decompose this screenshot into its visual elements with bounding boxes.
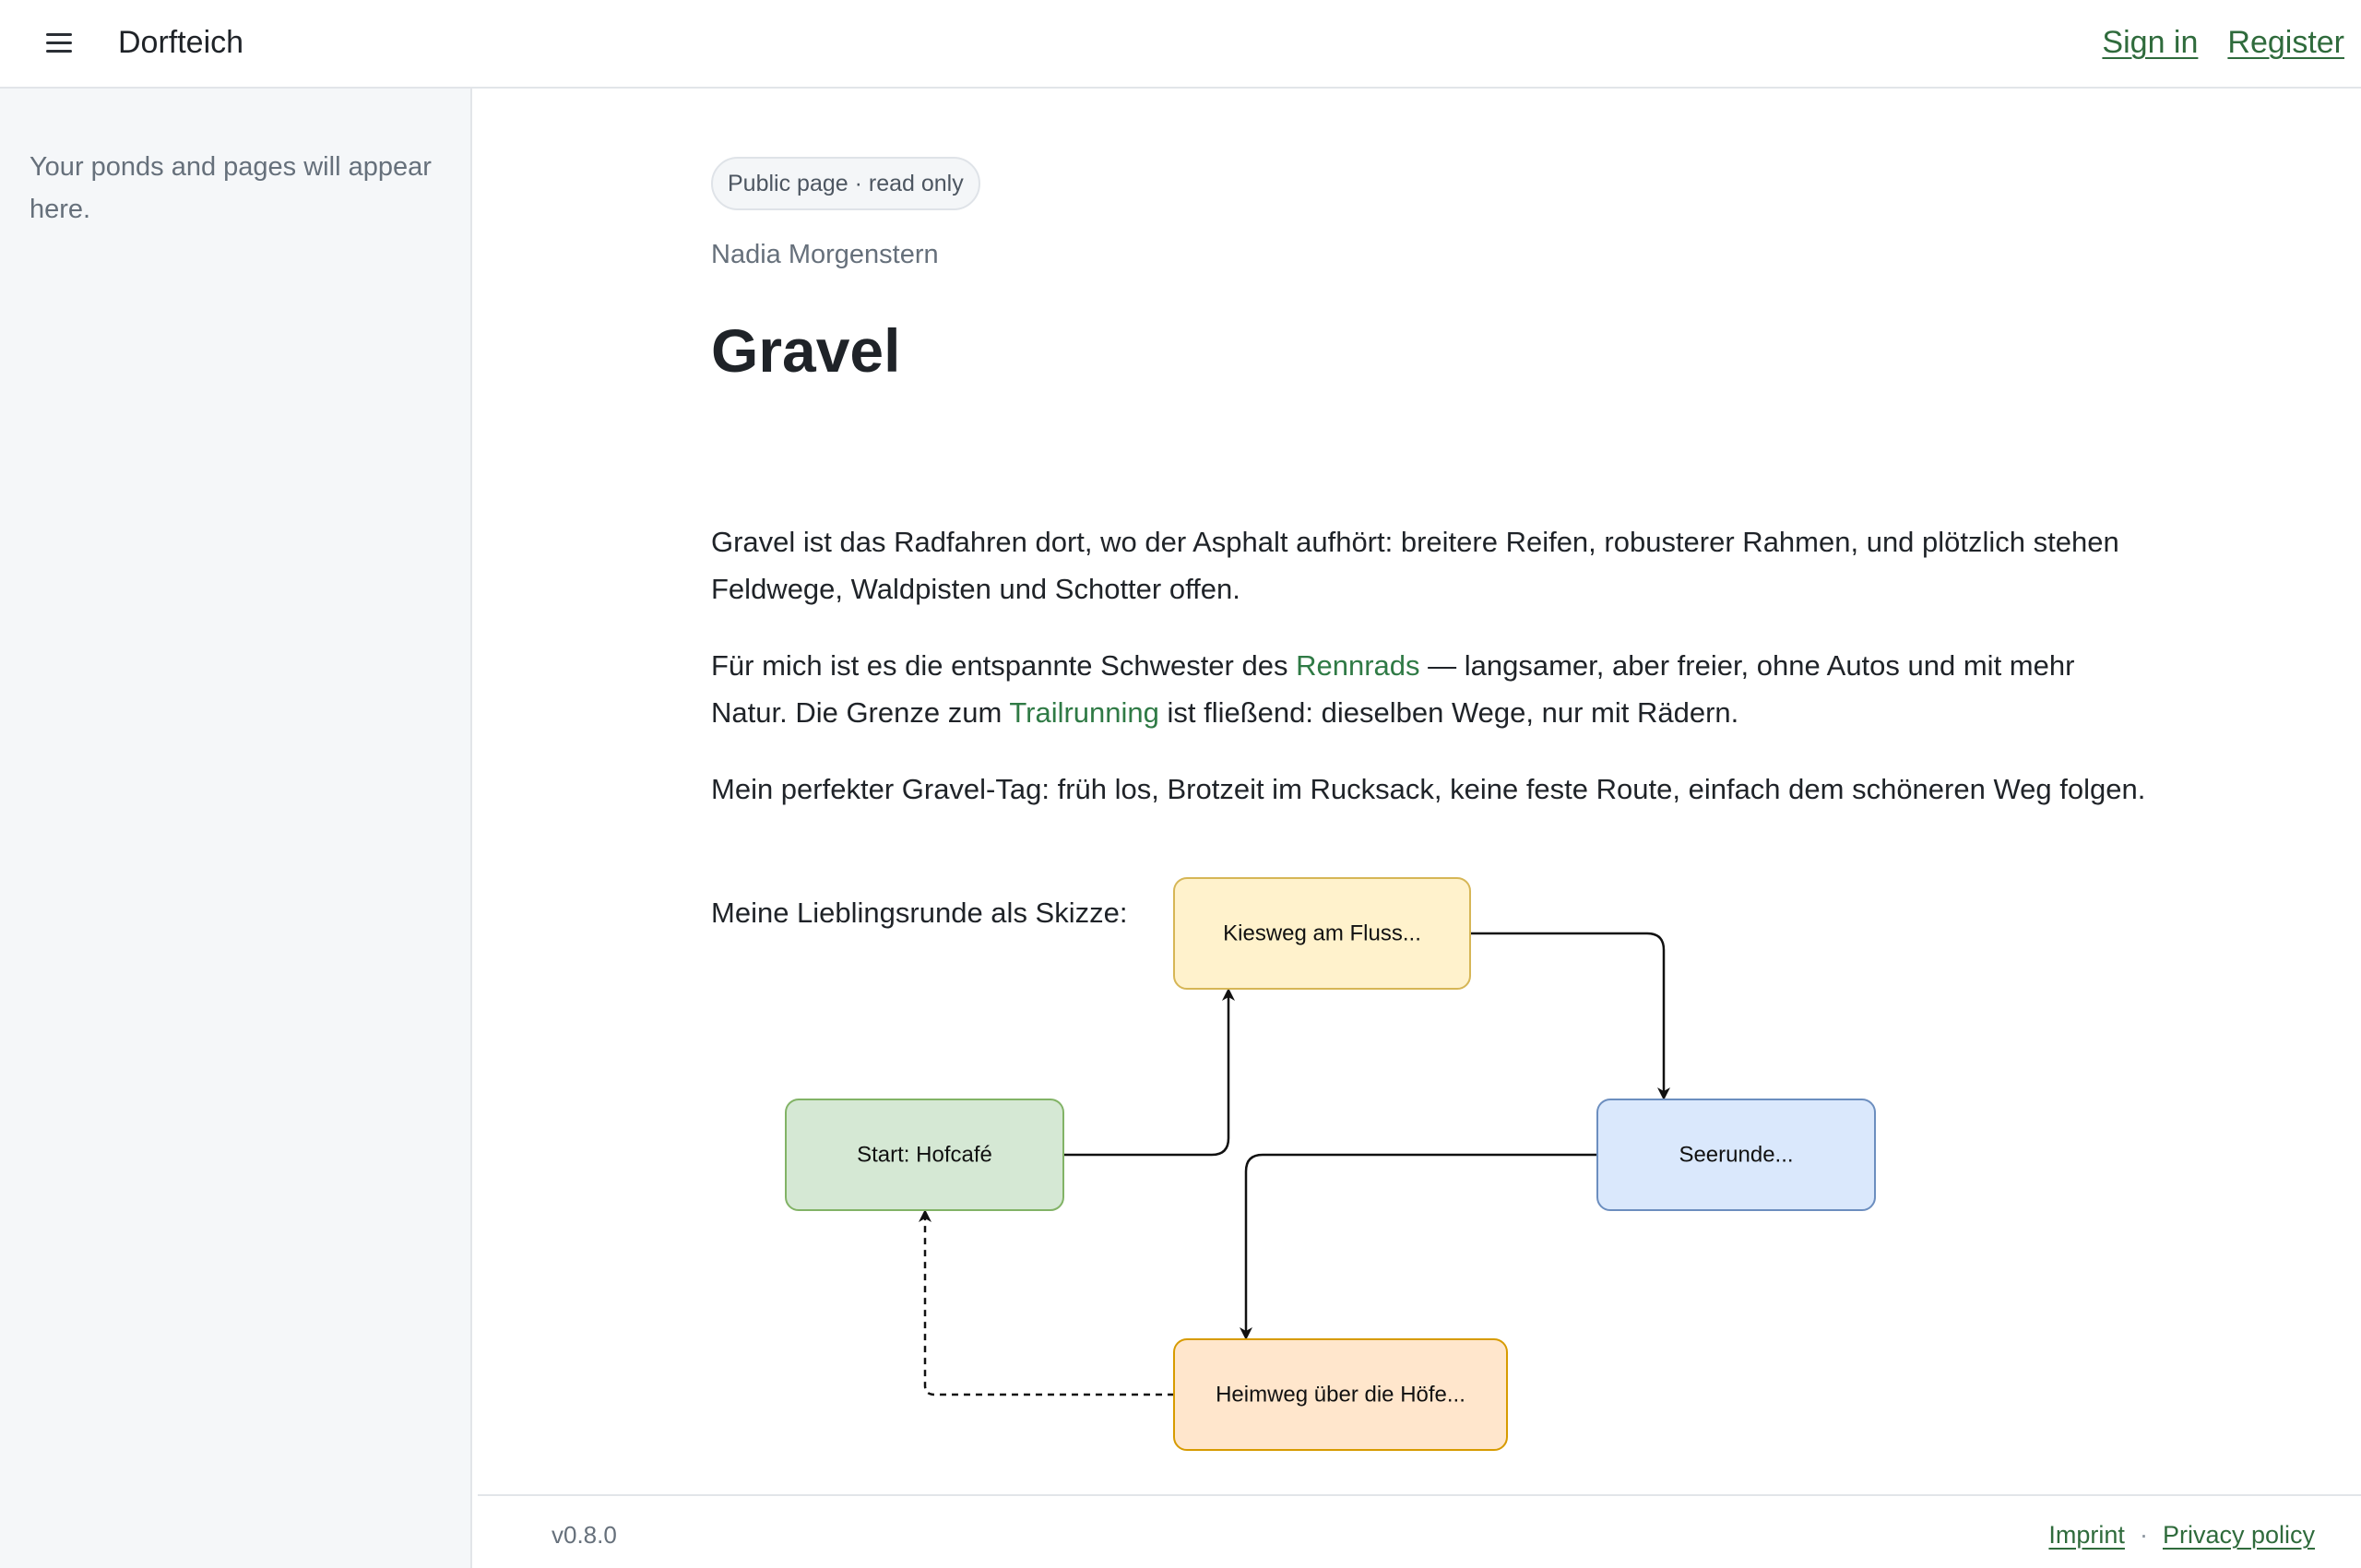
route-diagram: Start: Hofcafé Kiesweg am Fluss... Seeru… [785,877,1876,1451]
node-seerunde: Seerunde... [1596,1099,1876,1211]
sidebar-empty-state: Your ponds and pages will appear here. [30,152,432,224]
top-bar: Dorfteich Sign in Register [0,0,2361,89]
auth-links: Sign in Register [2102,22,2344,63]
app-name[interactable]: Dorfteich [118,22,243,63]
edge-start-to-kiesweg [1063,988,1235,1157]
paragraph: Für mich ist es die entspannte Schwester… [711,642,2150,736]
node-seerunde-label: Seerunde... [1679,1143,1793,1168]
node-heimweg-label: Heimweg über die Höfe... [1216,1383,1465,1408]
footer-separator: · [2139,1521,2148,1549]
node-start: Start: Hofcafé [785,1099,1064,1211]
edge-kiesweg-to-seerunde [1470,932,1670,1100]
edge-seerunde-to-heimweg [1240,1153,1597,1340]
imprint-link[interactable]: Imprint [2048,1518,2125,1551]
sidebar: Your ponds and pages will appear here. [0,89,472,1568]
node-start-label: Start: Hofcafé [857,1143,992,1168]
footer-links: Imprint · Privacy policy [2048,1518,2315,1551]
app-version: v0.8.0 [552,1521,617,1549]
sign-in-link[interactable]: Sign in [2102,22,2198,63]
paragraph: Gravel ist das Radfahren dort, wo der As… [711,526,2119,605]
hamburger-menu-icon[interactable] [41,24,77,61]
privacy-policy-link[interactable]: Privacy policy [2163,1518,2315,1551]
trailrunning-link[interactable]: Trailrunning [1009,696,1159,729]
page-title: Gravel [711,316,901,385]
menu-line [46,33,72,36]
main-content: Public page · read only Nadia Morgenster… [474,89,2361,1568]
edge-heimweg-to-start [919,1209,1174,1396]
paragraph-text: ist fließend: dieselben Wege, nur mit Rä… [1158,696,1739,729]
paragraph: Meine Lieblingsrunde als Skizze: [711,897,1128,929]
menu-line [46,42,72,44]
register-link[interactable]: Register [2227,22,2344,63]
rennrads-link[interactable]: Rennrads [1296,649,1419,682]
paragraph-text: Für mich ist es die entspannte Schwester… [711,649,1297,682]
paragraph: Mein perfekter Gravel-Tag: früh los, Bro… [711,773,2146,805]
page-author: Nadia Morgenstern [711,240,939,269]
footer: v0.8.0 Imprint · Privacy policy [478,1494,2361,1568]
menu-line [46,50,72,53]
public-page-badge: Public page · read only [711,157,980,210]
node-heimweg: Heimweg über die Höfe... [1173,1338,1508,1451]
